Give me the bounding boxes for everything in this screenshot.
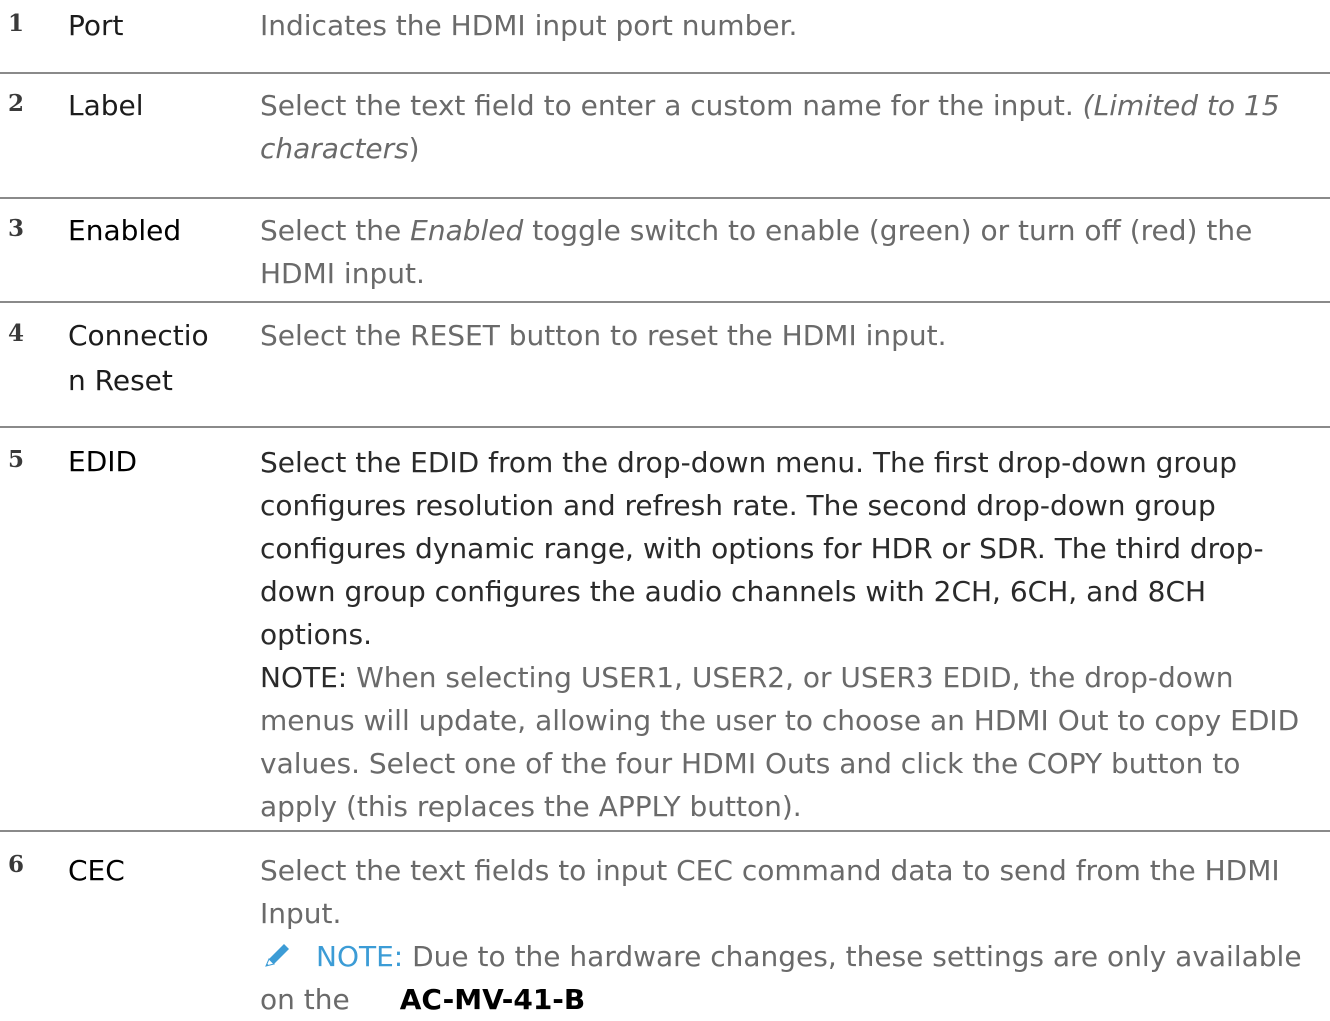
- row-term-line: n Reset: [68, 364, 173, 397]
- row-number: 5: [8, 446, 25, 473]
- row-divider: [0, 426, 1330, 428]
- row-number: 3: [8, 215, 25, 242]
- row-term: Label: [68, 89, 144, 122]
- row-divider: [0, 72, 1330, 74]
- description-text: Select the text fields to input CEC comm…: [260, 854, 1280, 930]
- note-label: NOTE:: [316, 940, 404, 973]
- row-term-line: Connectio: [68, 319, 209, 352]
- note-paragraph: NOTE: Due to the hardware changes, these…: [0, 935, 1325, 1021]
- row-number: 2: [8, 90, 25, 117]
- note-label: NOTE:: [260, 661, 348, 694]
- description-text: Select the: [260, 214, 411, 247]
- note-text: When selecting USER1, USER2, or USER3 ED…: [260, 661, 1300, 823]
- row-description: Select the text field to enter a custom …: [260, 84, 1325, 170]
- description-end: ): [408, 132, 420, 165]
- note-paragraph: NOTE: When selecting USER1, USER2, or US…: [260, 656, 1325, 828]
- description-text: Select the EDID from the drop-down menu.…: [260, 446, 1264, 651]
- row-description: Select the RESET button to reset the HDM…: [260, 314, 1325, 357]
- row-term: Port: [68, 9, 124, 42]
- model-name: AC-MV-41-B: [399, 983, 586, 1016]
- row-description: Select the Enabled toggle switch to enab…: [260, 209, 1325, 295]
- row-description: Indicates the HDMI input port number.: [260, 4, 1325, 47]
- row-number: 1: [8, 10, 25, 37]
- row-term: Enabled: [68, 214, 182, 247]
- row-description: Select the EDID from the drop-down menu.…: [260, 441, 1325, 828]
- row-number: 6: [8, 851, 25, 878]
- row-number: 4: [8, 320, 25, 347]
- description-text: Select the RESET button to reset the HDM…: [260, 319, 947, 352]
- row-divider: [0, 301, 1330, 303]
- row-description: Select the text fields to input CEC comm…: [260, 849, 1325, 1021]
- description-italic: Enabled: [410, 214, 524, 247]
- row-term: CEC: [68, 854, 125, 887]
- description-text: Select the text field to enter a custom …: [260, 89, 1083, 122]
- row-divider: [0, 197, 1330, 199]
- row-term: EDID: [68, 445, 138, 478]
- pencil-icon: [262, 939, 296, 969]
- row-divider: [0, 830, 1330, 832]
- description-text: Indicates the HDMI input port number.: [260, 9, 798, 42]
- row-term: Connectio n Reset: [68, 313, 248, 403]
